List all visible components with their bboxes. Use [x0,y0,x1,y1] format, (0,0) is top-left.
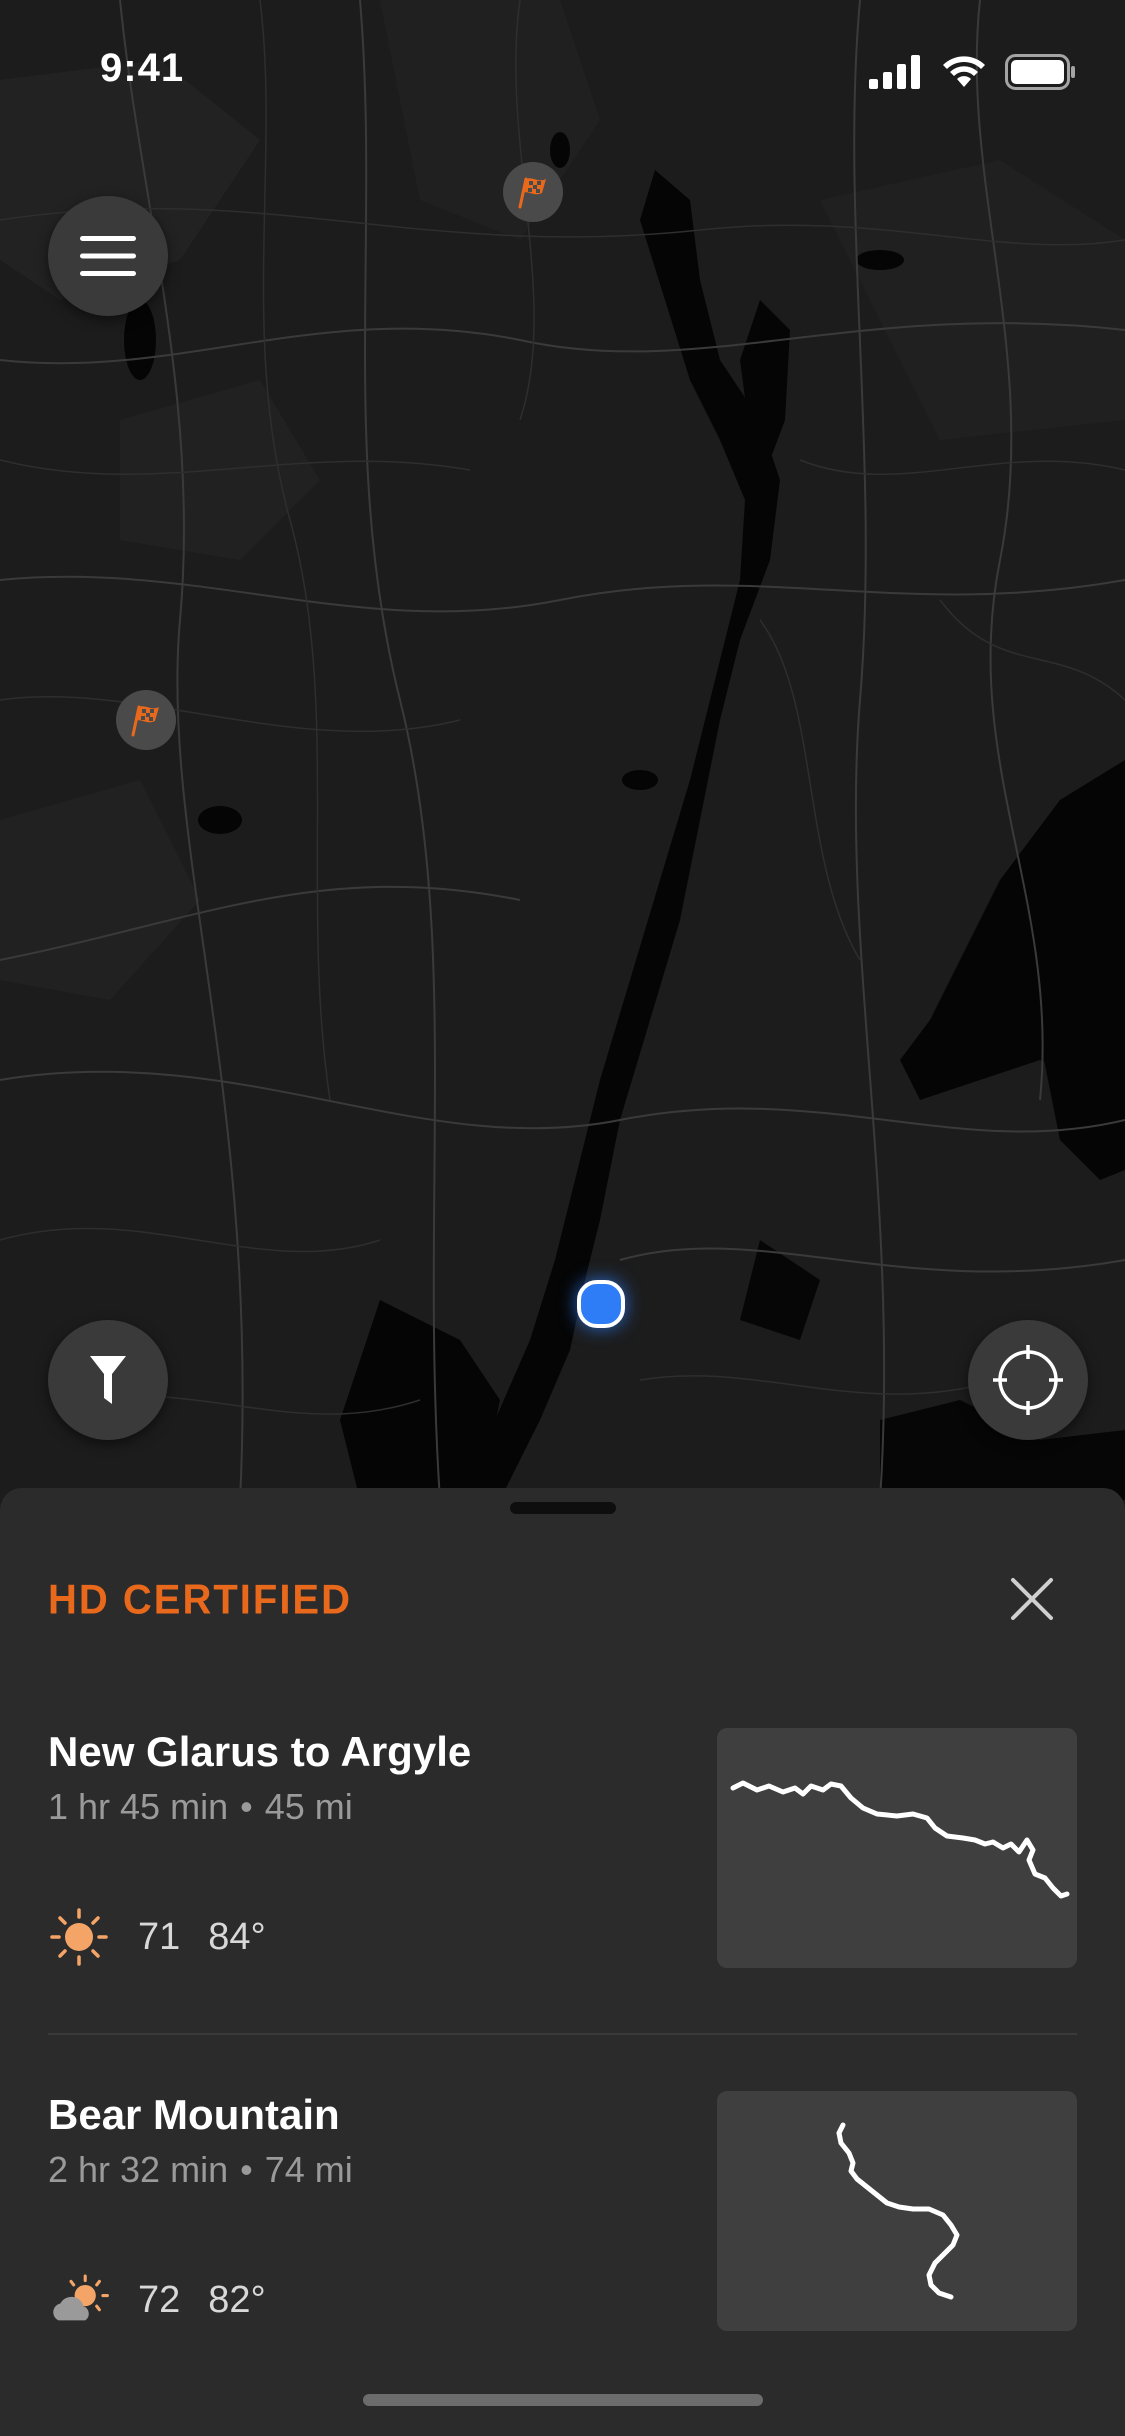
map-canvas [0,0,1125,1500]
route-meta: 1 hr 45 min • 45 mi [48,1786,353,1828]
temp-high: 84° [208,1915,266,1958]
checkered-flag-marker[interactable] [503,162,563,222]
menu-button[interactable] [48,196,168,316]
route-card[interactable]: New Glarus to Argyle 1 hr 45 min • 45 mi [48,1728,1077,1988]
filter-icon [90,1356,126,1404]
route-map-thumbnail[interactable] [717,1728,1077,1968]
meta-separator: • [240,1786,253,1827]
route-map-thumbnail[interactable] [717,2091,1077,2331]
route-meta: 2 hr 32 min • 74 mi [48,2149,353,2191]
route-path-graphic [730,1780,1070,1899]
hamburger-icon [80,236,136,276]
wifi-icon [943,56,985,87]
map-view[interactable] [0,0,1125,1500]
filter-button[interactable] [48,1320,168,1440]
route-card[interactable]: Bear Mountain 2 hr 32 min • 74 mi 72 82° [48,2091,1077,2351]
sun-icon [48,1906,110,1968]
close-button[interactable] [1005,1572,1059,1626]
sheet-grabber[interactable] [510,1502,616,1514]
locate-me-button[interactable] [968,1320,1088,1440]
partly-cloudy-icon [48,2269,110,2331]
current-location-dot [577,1280,625,1328]
status-icons [869,52,1077,92]
routes-bottom-sheet[interactable]: HD CERTIFIED New Glarus to Argyle 1 hr 4… [0,1488,1125,2436]
temp-low: 71 [138,1915,181,1958]
route-duration: 1 hr 45 min [48,1786,229,1827]
sheet-title: HD CERTIFIED [48,1576,352,1624]
route-path-graphic [836,2122,960,2300]
checkered-flag-icon [518,177,546,209]
divider [48,2033,1077,2035]
checkered-flag-icon [131,705,159,737]
battery-icon [1005,54,1075,90]
close-icon [1011,1578,1053,1620]
route-duration: 2 hr 32 min [48,2149,229,2190]
temp-high: 82° [208,2278,266,2321]
crosshair-icon [993,1345,1063,1415]
status-bar: 9:41 [0,0,1125,140]
route-name: New Glarus to Argyle [48,1728,472,1775]
temp-low: 72 [138,2278,181,2321]
home-indicator[interactable] [363,2394,763,2406]
route-weather: 71 84° [48,1906,294,1968]
route-distance: 45 mi [264,1786,353,1827]
meta-separator: • [240,2149,253,2190]
cellular-signal-icon [869,55,920,89]
checkered-flag-marker[interactable] [116,690,176,750]
route-distance: 74 mi [264,2149,353,2190]
status-time: 9:41 [100,46,185,90]
route-name: Bear Mountain [48,2091,340,2138]
route-weather: 72 82° [48,2269,294,2331]
